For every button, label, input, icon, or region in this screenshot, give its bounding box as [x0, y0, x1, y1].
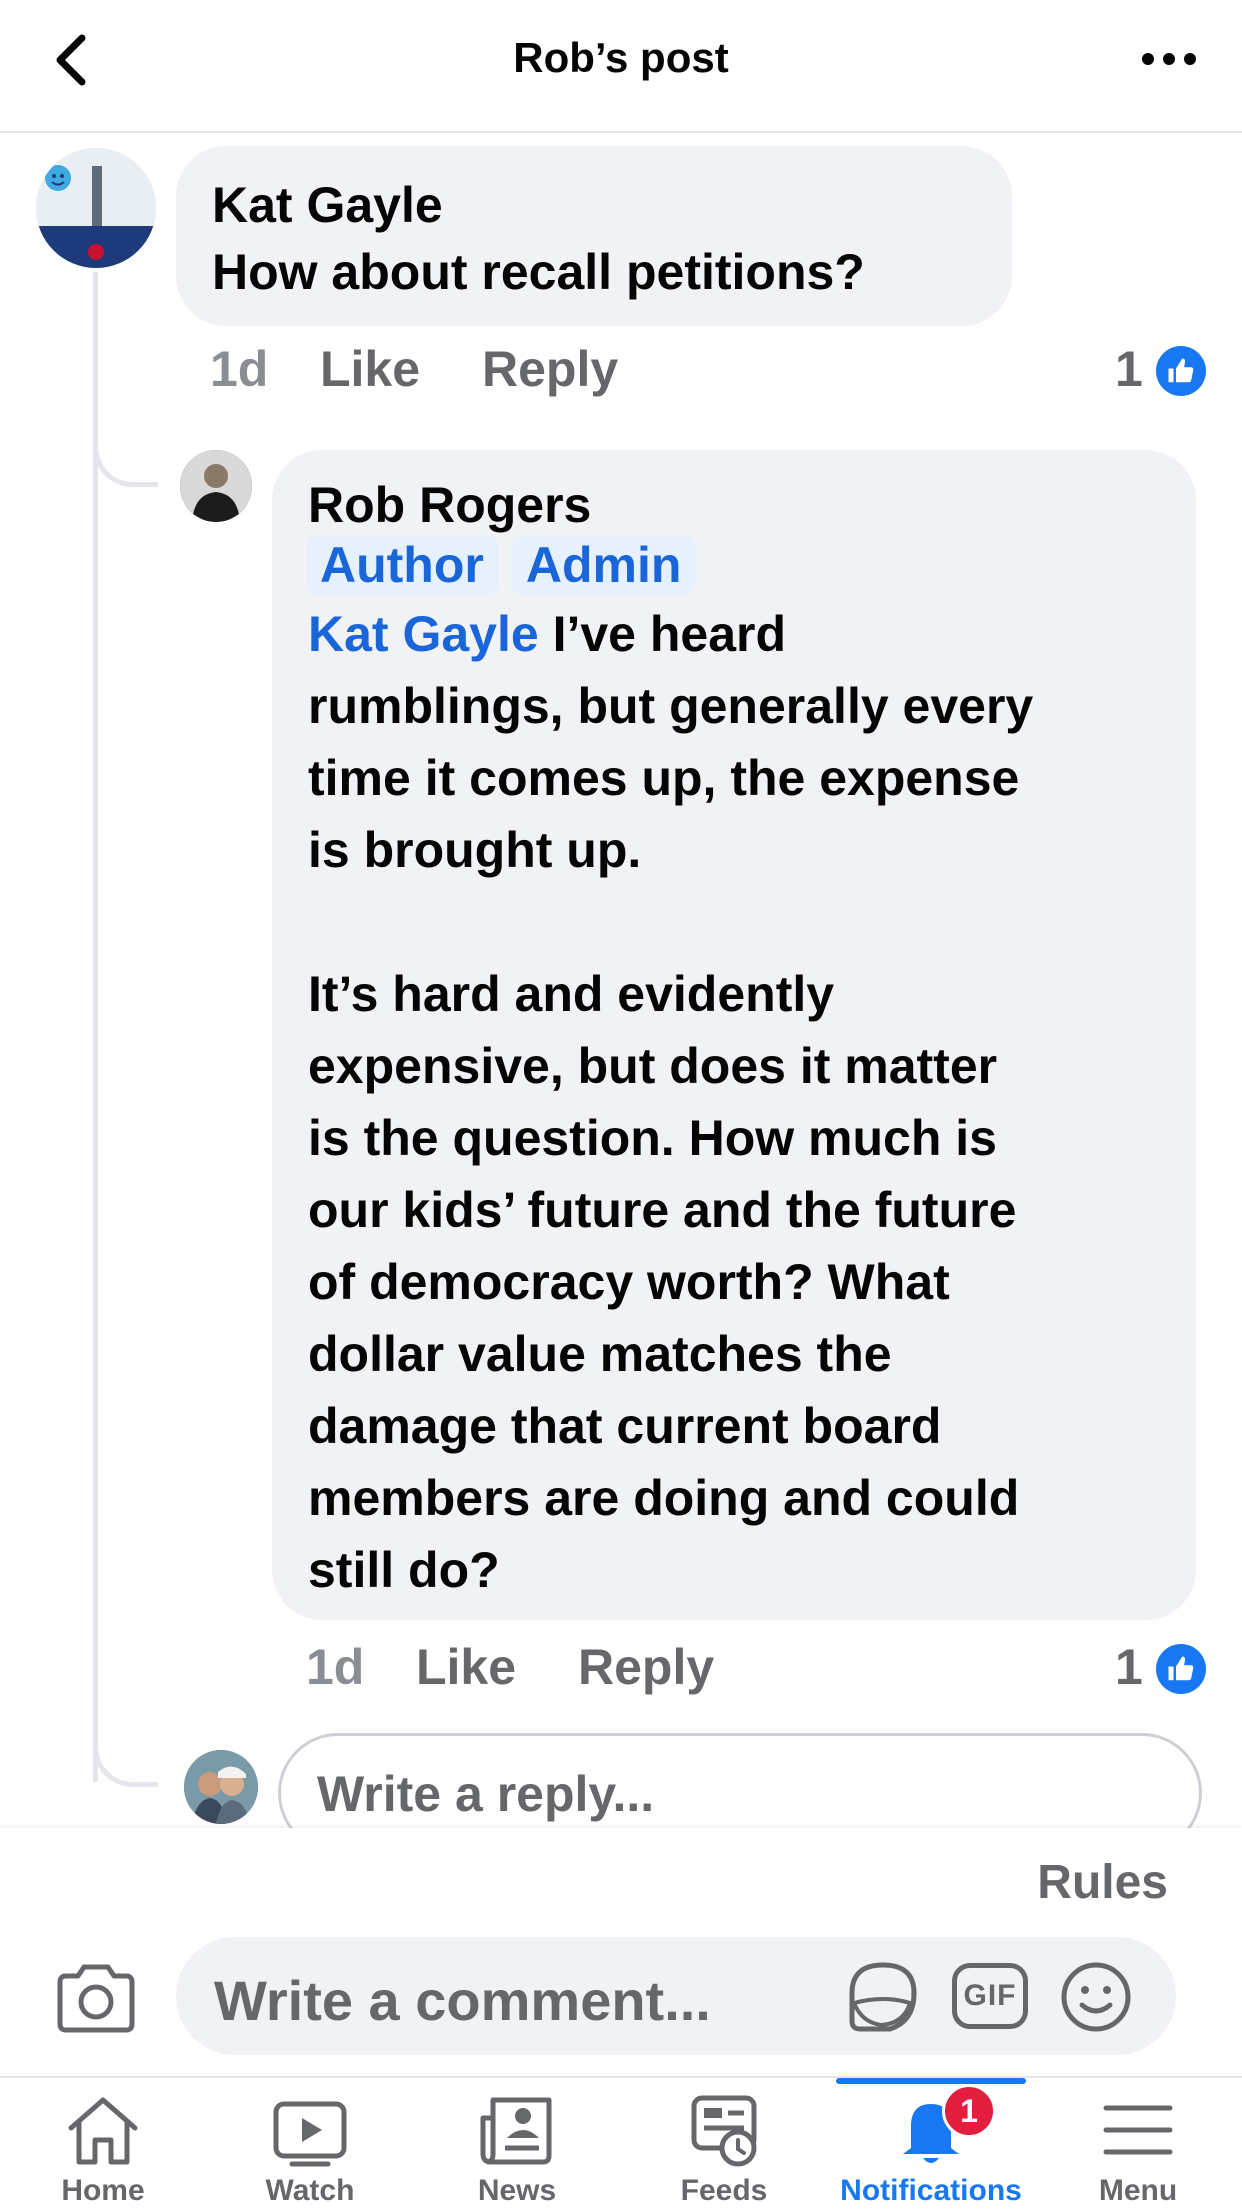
comment-input[interactable]	[212, 1967, 836, 2034]
reply-button[interactable]: Reply	[578, 1638, 714, 1696]
tab-label: Home	[61, 2174, 145, 2207]
tab-label: News	[477, 2174, 557, 2207]
reply-line: our kids’ future and the future	[308, 1182, 1017, 1238]
reply-line: Kat Gayle I’ve heard	[308, 606, 787, 662]
emoji-icon	[1061, 1962, 1131, 2032]
reply-line: expensive, but does it matter	[308, 1038, 998, 1094]
reply-time: 1d	[306, 1639, 365, 1695]
tab-label: Notifications	[840, 2174, 1022, 2207]
tab-label: Watch	[265, 2174, 355, 2207]
avatar-image-icon	[36, 148, 156, 268]
comment-text: How about recall petitions?	[212, 244, 865, 300]
like-button[interactable]: Like	[320, 340, 420, 398]
reply-line: is brought up.	[308, 822, 642, 878]
reply-text: Kat Gayle I’ve heard rumblings, but gene…	[308, 598, 1188, 1606]
tab-menu[interactable]: Menu	[1043, 2078, 1233, 2210]
thread-branch	[93, 1720, 158, 1787]
reply-line: damage that current board	[308, 1398, 942, 1454]
gif-button[interactable]: GIF	[952, 1963, 1028, 2029]
like-button[interactable]: Like	[416, 1638, 516, 1696]
tab-notifications[interactable]: 1 Notifications	[836, 2078, 1026, 2210]
thread-branch	[93, 420, 158, 487]
reply-bubble: Rob Rogers Author Admin Kat Gayle I’ve he…	[272, 450, 1196, 1620]
reply-line: rumblings, but generally every	[308, 678, 1034, 734]
rules-link[interactable]: Rules	[1037, 1855, 1168, 1910]
thread-line	[93, 272, 98, 1782]
tab-label: Feeds	[680, 2174, 768, 2207]
avatar-image-icon	[184, 1750, 258, 1824]
emoji-button[interactable]	[1060, 1961, 1132, 2033]
page-title: Rob’s post	[513, 34, 729, 81]
current-user-avatar	[184, 1750, 258, 1824]
author-badge: Author	[306, 536, 498, 594]
reply-input[interactable]	[315, 1764, 1179, 1824]
reply-line: members are doing and could	[308, 1470, 1020, 1526]
news-icon	[480, 2097, 552, 2165]
reply-line: time it comes up, the expense	[308, 750, 1020, 806]
notification-count: 1	[960, 2093, 978, 2129]
reply-line: still do?	[308, 1542, 500, 1598]
comment-actions: 1d Like Reply	[210, 340, 1010, 400]
role-badges: Author Admin	[306, 536, 709, 594]
home-icon	[68, 2097, 138, 2165]
tab-watch[interactable]: Watch	[215, 2078, 405, 2210]
sticker-icon	[849, 1962, 917, 2032]
menu-icon	[1103, 2105, 1173, 2155]
tab-home[interactable]: Home	[8, 2078, 198, 2210]
like-count: 1	[1115, 341, 1143, 397]
reply-line: dollar value matches the	[308, 1326, 892, 1382]
feeds-icon	[691, 2095, 757, 2167]
like-reaction-icon[interactable]	[1156, 346, 1206, 396]
more-icon	[1142, 53, 1196, 65]
notification-badge: 1	[942, 2084, 996, 2138]
admin-badge: Admin	[511, 536, 696, 594]
tab-news[interactable]: News	[422, 2078, 612, 2210]
avatar[interactable]	[180, 450, 252, 522]
gif-icon: GIF	[963, 1979, 1017, 2012]
avatar[interactable]	[36, 148, 156, 268]
camera-icon	[57, 1964, 135, 2033]
sticker-button[interactable]	[844, 1959, 922, 2035]
tab-label: Menu	[1098, 2174, 1178, 2207]
like-count: 1	[1115, 1639, 1143, 1695]
reply-button[interactable]: Reply	[482, 340, 618, 398]
post-header: Rob’s post	[0, 0, 1242, 133]
reply-actions: 1d Like Reply	[306, 1638, 1006, 1698]
avatar-image-icon	[180, 450, 252, 522]
comment-bubble: Kat Gayle How about recall petitions?	[176, 146, 1012, 326]
mention-link[interactable]: Kat Gayle	[308, 606, 539, 662]
camera-button[interactable]	[54, 1960, 138, 2036]
reply-line: is the question. How much is	[308, 1110, 997, 1166]
watch-icon	[273, 2101, 347, 2167]
reply-author[interactable]: Rob Rogers	[308, 476, 591, 534]
more-options-button[interactable]	[1134, 34, 1204, 84]
reply-line: It’s hard and evidently	[308, 966, 835, 1022]
comment-input-box[interactable]: GIF	[176, 1937, 1176, 2055]
reply-line: of democracy worth? What	[308, 1254, 950, 1310]
reply-line-blank	[308, 886, 1188, 958]
tab-feeds[interactable]: Feeds	[629, 2078, 819, 2210]
comment-time: 1d	[210, 341, 269, 397]
like-reaction-icon[interactable]	[1156, 1644, 1206, 1694]
comment-author[interactable]: Kat Gayle	[212, 176, 443, 234]
bottom-tab-bar: Home Watch News Feeds 1 Notifications Me…	[0, 2076, 1242, 2210]
